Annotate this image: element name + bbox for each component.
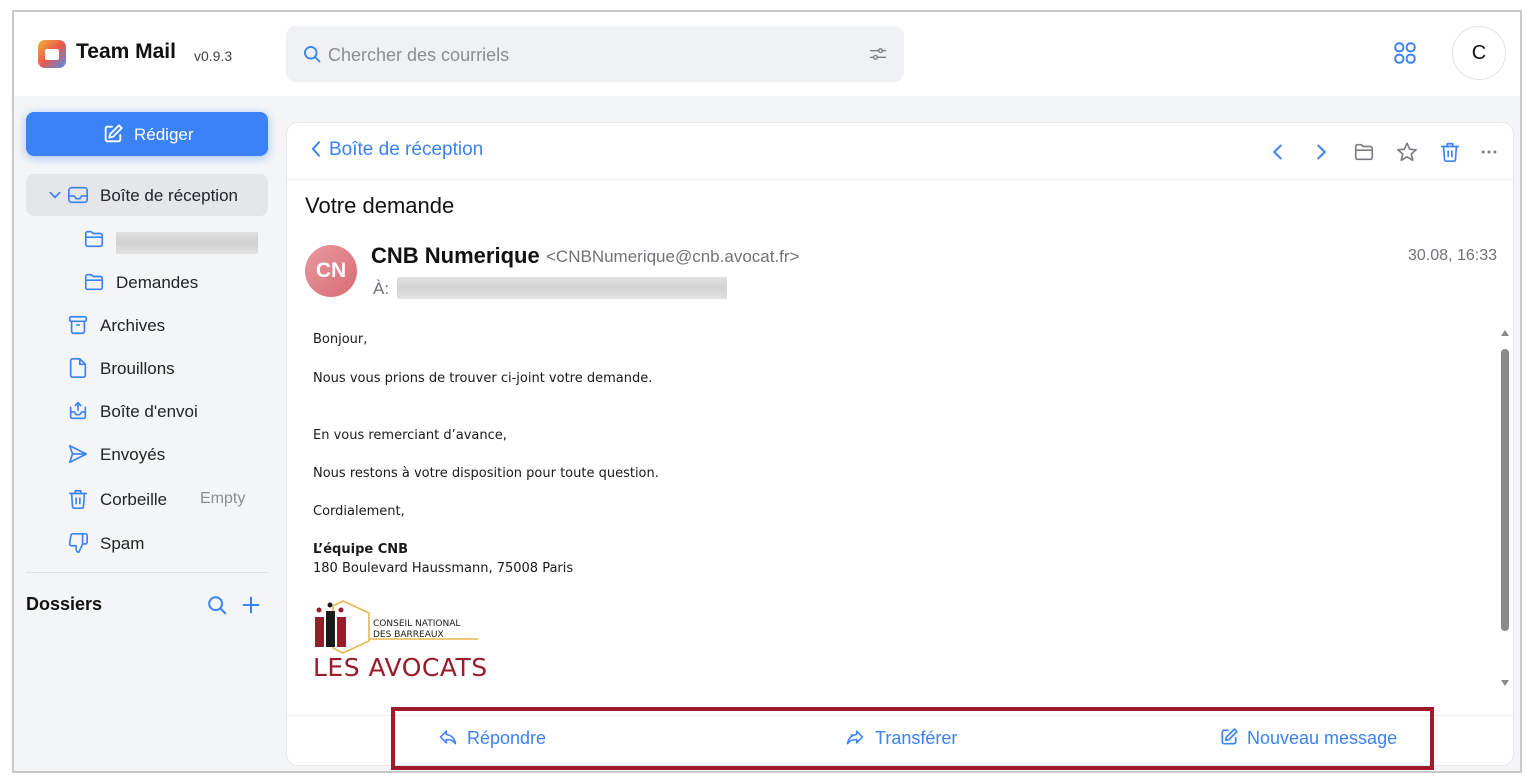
search-icon xyxy=(304,46,321,63)
actions-divider xyxy=(287,715,1513,716)
inbox-icon xyxy=(68,186,88,204)
sidebar-item-drafts[interactable]: Brouillons xyxy=(26,347,268,387)
sender-avatar: CN xyxy=(305,245,357,297)
scrollbar-thumb[interactable] xyxy=(1501,349,1509,631)
chevron-left-icon xyxy=(311,141,320,157)
compose-icon xyxy=(1221,728,1238,745)
search-folders-icon[interactable] xyxy=(206,594,228,616)
sidebar-item-label: Boîte d'envoi xyxy=(100,402,198,421)
compose-label: Rédiger xyxy=(134,125,194,144)
sidebar-item-label: Envoyés xyxy=(100,445,166,464)
folder-icon xyxy=(84,273,104,291)
back-label: Boîte de réception xyxy=(329,139,484,160)
reply-label: Répondre xyxy=(467,728,547,748)
message-subject: Votre demande xyxy=(305,193,455,218)
sidebar-item-redacted-folder[interactable] xyxy=(26,218,268,258)
thumbs-down-icon xyxy=(68,533,88,553)
previous-message-icon[interactable] xyxy=(1267,141,1289,163)
redacted-recipient xyxy=(397,277,727,299)
message-toolbar xyxy=(1267,141,1499,165)
scroll-down-icon[interactable] xyxy=(1500,679,1510,687)
send-icon xyxy=(68,444,88,464)
sidebar-item-label: Boîte de réception xyxy=(100,186,238,205)
star-icon[interactable] xyxy=(1396,141,1418,163)
sidebar-item-demandes[interactable]: Demandes xyxy=(26,261,268,301)
folders-title: Dossiers xyxy=(26,594,103,614)
move-to-folder-icon[interactable] xyxy=(1353,141,1375,163)
sidebar-item-sent[interactable]: Envoyés xyxy=(26,433,268,473)
reply-icon xyxy=(439,730,457,745)
sidebar-item-trash[interactable]: Corbeille Empty xyxy=(26,478,268,518)
sidebar-item-spam[interactable]: Spam xyxy=(26,522,268,562)
body-line: Nous restons à votre disposition pour to… xyxy=(313,466,659,481)
logo-text-avocats: LES AVOCATS xyxy=(313,653,488,682)
reply-button[interactable]: Répondre xyxy=(437,727,546,749)
compose-button[interactable]: Rédiger xyxy=(26,112,268,156)
team-mail-logo xyxy=(38,40,66,68)
body-line: En vous remerciant d’avance, xyxy=(313,428,507,443)
outbox-icon xyxy=(69,401,87,420)
app-window: Team Mail v0.9.3 C Rédiger Boîte de réce… xyxy=(12,10,1522,773)
empty-trash-link[interactable]: Empty xyxy=(200,490,245,508)
forward-icon xyxy=(846,730,864,745)
sender-name[interactable]: CNB Numerique xyxy=(371,243,540,269)
forward-label: Transférer xyxy=(875,728,958,748)
new-message-label: Nouveau message xyxy=(1247,728,1398,748)
forward-button[interactable]: Transférer xyxy=(843,727,957,749)
add-folder-icon[interactable] xyxy=(240,594,262,616)
sidebar-item-label: Brouillons xyxy=(100,359,175,378)
app-title: Team Mail xyxy=(76,40,176,63)
delete-icon[interactable] xyxy=(1439,141,1461,163)
logo-text-line: CONSEIL NATIONAL xyxy=(373,619,461,629)
redacted-folder-name xyxy=(116,232,258,254)
app-version: v0.9.3 xyxy=(194,48,233,64)
trash-icon xyxy=(68,489,88,509)
toolbar-divider xyxy=(287,179,1513,180)
sidebar-divider xyxy=(26,572,268,573)
new-message-button[interactable]: Nouveau message xyxy=(1219,727,1397,749)
sidebar-item-label: Archives xyxy=(100,316,166,335)
sender-email[interactable]: <CNBNumerique@cnb.avocat.fr> xyxy=(546,247,799,267)
recipient-label: À: xyxy=(373,279,390,298)
cnb-logo: CONSEIL NATIONAL DES BARREAUX LES AVOCAT… xyxy=(313,599,493,695)
signature-address: 180 Boulevard Haussmann, 75008 Paris xyxy=(313,561,574,576)
sidebar-item-inbox[interactable]: Boîte de réception xyxy=(26,174,268,216)
back-to-inbox-link[interactable]: Boîte de réception xyxy=(309,139,483,161)
logo-text-line: DES BARREAUX xyxy=(373,630,444,640)
sidebar-item-label: Demandes xyxy=(116,273,199,292)
folder-icon xyxy=(84,230,104,248)
sidebar-item-outbox[interactable]: Boîte d'envoi xyxy=(26,390,268,430)
apps-grid-icon[interactable] xyxy=(1392,40,1418,66)
draft-icon xyxy=(69,358,87,378)
body-closing: Cordialement, xyxy=(313,504,405,519)
message-scrollbar[interactable] xyxy=(1499,329,1511,693)
sliders-icon[interactable] xyxy=(868,44,888,64)
sidebar-item-label: Spam xyxy=(100,534,145,553)
signature-name: L’équipe CNB xyxy=(313,542,409,557)
archive-icon xyxy=(68,315,88,335)
top-header: Team Mail v0.9.3 C xyxy=(14,12,1520,96)
sidebar-item-archives[interactable]: Archives xyxy=(26,304,268,344)
body-greeting: Bonjour, xyxy=(313,332,368,347)
sidebar-item-label: Corbeille xyxy=(100,490,168,509)
next-message-icon[interactable] xyxy=(1310,141,1332,163)
body-line: Nous vous prions de trouver ci-joint vot… xyxy=(313,371,653,386)
search-input[interactable] xyxy=(328,42,848,68)
chevron-down-icon[interactable] xyxy=(48,188,62,202)
search-bar[interactable] xyxy=(286,26,904,82)
compose-icon xyxy=(104,124,123,143)
message-date: 30.08, 16:33 xyxy=(1408,247,1497,264)
scroll-up-icon[interactable] xyxy=(1500,329,1510,337)
more-options-icon[interactable] xyxy=(1479,141,1499,163)
user-avatar[interactable]: C xyxy=(1452,26,1506,80)
message-panel: Boîte de réception Votre demande CN CNB … xyxy=(286,122,1514,766)
